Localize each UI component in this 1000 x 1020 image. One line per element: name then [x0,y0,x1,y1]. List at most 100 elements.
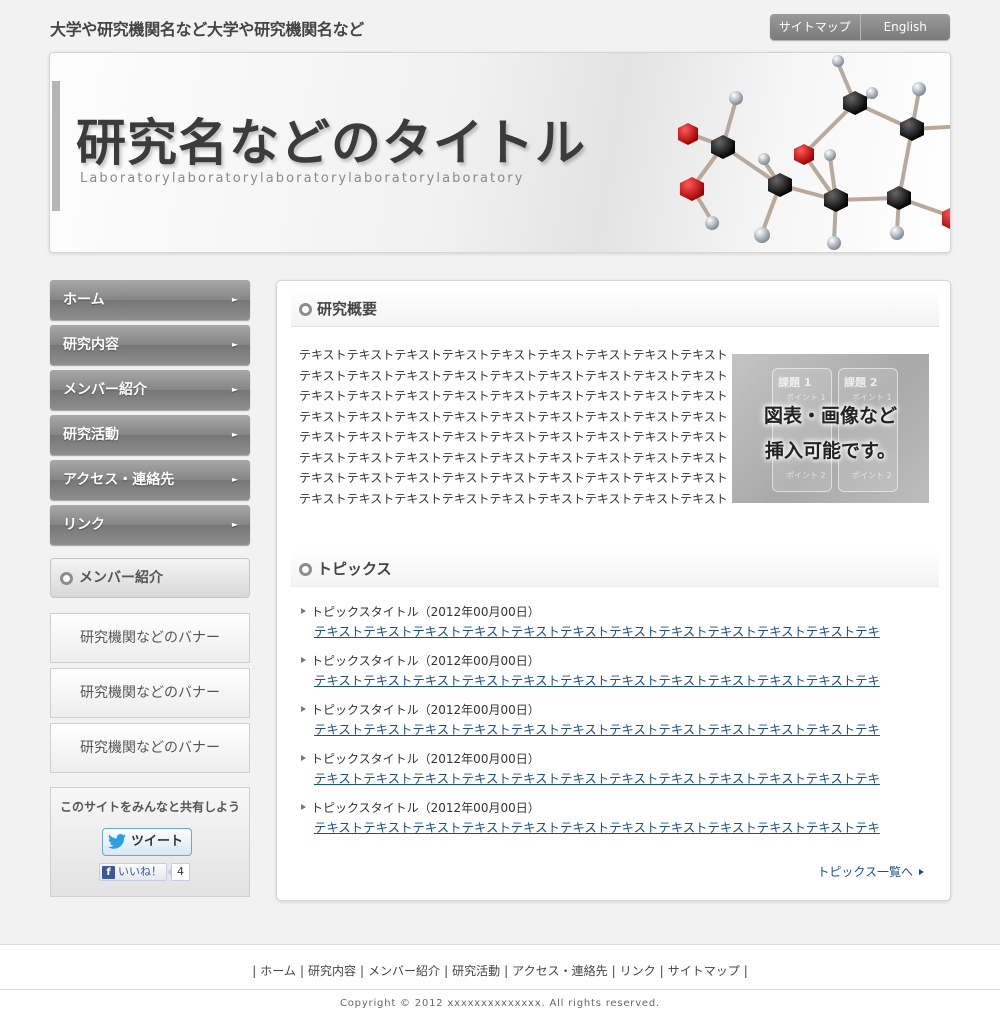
list-item: トピックスタイトル（2012年00月00日） テキストテキストテキストテキストテ… [301,701,931,750]
institution-banner[interactable]: 研究機関などのバナー [50,613,250,663]
sidebar: ホーム ► 研究内容 ► メンバー紹介 ► 研究活動 ► アクセス・連絡先 ► リンク ► … [50,280,250,897]
topic-link[interactable]: テキストテキストテキストテキストテキストテキストテキストテキストテキストテキスト… [314,622,926,640]
tweet-label: ツイート [131,834,184,849]
footer-link-members[interactable]: メンバー紹介 [368,964,440,978]
text-line: テキストテキストテキストテキストテキストテキストテキストテキストテキストテキスト [299,368,727,383]
nav-label: リンク [63,517,105,533]
bullet-icon [301,804,306,810]
nav-label: ホーム [63,292,105,308]
molecule-illustration [678,55,950,250]
ring-bullet-icon [60,572,73,585]
list-item: トピックスタイトル（2012年00月00日） テキストテキストテキストテキストテ… [301,799,931,848]
caret-right-icon: ► [231,520,238,529]
figure-task-label: 課題 2 [844,376,878,389]
footer-link-access[interactable]: アクセス・連絡先 [512,964,607,978]
english-button[interactable]: English [859,14,951,40]
facebook-like: f いいね！ 4 [99,863,190,881]
institution-banner[interactable]: 研究機関などのバナー [50,668,250,718]
caret-right-icon [919,869,924,875]
nav-members[interactable]: メンバー紹介 ► [50,370,250,410]
footer-link-sitemap[interactable]: サイトマップ [668,964,740,978]
site-name: 大学や研究機関名など大学や研究機関名など [50,20,365,39]
topic-title: トピックスタイトル（2012年00月00日） [311,654,540,668]
hero-title: 研究名などのタイトル [76,114,586,172]
footer-links: | ホーム | 研究内容 | メンバー紹介 | 研究活動 | アクセス・連絡先 | リンク | サイトマッ… [252,964,748,978]
caret-right-icon: ► [231,430,238,439]
share-box: このサイトをみんなと共有しよう ツイート f いいね！ 4 [50,787,250,897]
text-line: テキストテキストテキストテキストテキストテキストテキストテキストテキストテキスト [299,450,727,465]
ring-bullet-icon [299,303,312,316]
like-label: いいね！ [118,865,162,878]
topic-title: トピックスタイトル（2012年00月00日） [311,703,540,717]
caret-right-icon: ► [231,385,238,394]
caret-right-icon: ► [231,475,238,484]
text-line: テキストテキストテキストテキストテキストテキストテキストテキストテキストテキスト [299,409,727,424]
footer-link-research[interactable]: 研究内容 [308,964,356,978]
nav-label: メンバー紹介 [63,382,147,398]
like-button[interactable]: f いいね！ [99,863,167,881]
figure-point-label: ポイント 2 [852,471,892,480]
nav-research[interactable]: 研究内容 ► [50,325,250,365]
footer-link-links[interactable]: リンク [620,964,656,978]
bullet-icon [301,706,306,712]
facebook-icon: f [102,865,115,879]
text-line: テキストテキストテキストテキストテキストテキストテキストテキストテキストテキスト [299,471,727,485]
topic-link[interactable]: テキストテキストテキストテキストテキストテキストテキストテキストテキストテキスト… [314,671,926,689]
member-intro-heading[interactable]: メンバー紹介 [50,558,250,598]
more-label: トピックス一覧へ [817,865,913,879]
ring-bullet-icon [299,563,312,576]
figure-caption-line1: 図表・画像など [763,405,897,427]
list-item: トピックスタイトル（2012年00月00日） テキストテキストテキストテキストテ… [301,603,931,652]
figure-point-label: ポイント 2 [786,471,826,480]
nav-label: 研究活動 [63,427,119,443]
member-intro-label: メンバー紹介 [79,570,163,586]
figure-task-label: 課題 1 [778,376,812,389]
footer-divider [0,989,1000,990]
topics-heading: トピックス [291,549,939,587]
bullet-icon [301,755,306,761]
text-line: テキストテキストテキストテキストテキストテキストテキストテキストテキストテキスト [299,389,727,403]
list-item: トピックスタイトル（2012年00月00日） テキストテキストテキストテキストテ… [301,652,931,701]
overview-text: テキストテキストテキストテキストテキストテキストテキストテキストテキスト テキスト… [299,345,727,509]
nav-label: 研究内容 [63,337,119,353]
footer: | ホーム | 研究内容 | メンバー紹介 | 研究活動 | アクセス・連絡先 | リンク | サイトマッ… [0,944,1000,1020]
hero-accent-bar [52,81,60,211]
caret-right-icon: ► [231,295,238,304]
topics-heading-label: トピックス [317,560,392,578]
nav-label: アクセス・連絡先 [63,472,175,488]
main-panel: 研究概要 テキストテキストテキストテキストテキストテキストテキストテキストテキス… [276,280,951,901]
hero-subtitle: Laboratorylaboratorylaboratorylaboratory… [80,171,525,186]
caret-right-icon: ► [231,340,238,349]
institution-banner[interactable]: 研究機関などのバナー [50,723,250,773]
nav-access[interactable]: アクセス・連絡先 ► [50,460,250,500]
topic-title: トピックスタイトル（2012年00月00日） [311,752,540,766]
tweet-button[interactable]: ツイート [102,828,192,856]
footer-link-activities[interactable]: 研究活動 [452,964,500,978]
nav-links[interactable]: リンク ► [50,505,250,545]
topic-link[interactable]: テキストテキストテキストテキストテキストテキストテキストテキストテキストテキスト… [314,720,926,738]
figure-caption-line2: 挿入可能です。 [764,440,897,462]
top-links: サイトマップ English [770,14,950,40]
footer-link-home[interactable]: ホーム [260,964,296,978]
topic-link[interactable]: テキストテキストテキストテキストテキストテキストテキストテキストテキストテキスト… [314,769,926,787]
bullet-icon [301,608,306,614]
text-line: テキストテキストテキストテキストテキストテキストテキストテキストテキストテキスト [299,491,727,506]
sitemap-button[interactable]: サイトマップ [770,14,860,40]
topics-more-link[interactable]: トピックス一覧へ [817,863,924,880]
text-line: テキストテキストテキストテキストテキストテキストテキストテキストテキストテキスト [299,348,727,362]
text-line: テキストテキストテキストテキストテキストテキストテキストテキストテキストテキスト [299,430,727,444]
bullet-icon [301,657,306,663]
topic-title: トピックスタイトル（2012年00月00日） [311,801,540,815]
topic-link[interactable]: テキストテキストテキストテキストテキストテキストテキストテキストテキストテキスト… [314,818,926,836]
overview-heading: 研究概要 [291,289,939,327]
nav-home[interactable]: ホーム ► [50,280,250,320]
figure-placeholder: 課題 1 課題 2 ポイント 1 ポイント 1 ポイント 2 ポイント 2 図表… [732,354,929,503]
topics-list: トピックスタイトル（2012年00月00日） テキストテキストテキストテキストテ… [301,603,931,848]
share-title: このサイトをみんなと共有しよう [59,800,240,814]
copyright: Copyright © 2012 xxxxxxxxxxxxxx. All rig… [339,998,661,1009]
hero-banner: 研究名などのタイトル Laboratorylaboratorylaborator… [49,52,951,253]
nav-activities[interactable]: 研究活動 ► [50,415,250,455]
twitter-bird-icon [108,834,126,849]
like-count: 4 [167,863,190,881]
list-item: トピックスタイトル（2012年00月00日） テキストテキストテキストテキストテ… [301,750,931,799]
